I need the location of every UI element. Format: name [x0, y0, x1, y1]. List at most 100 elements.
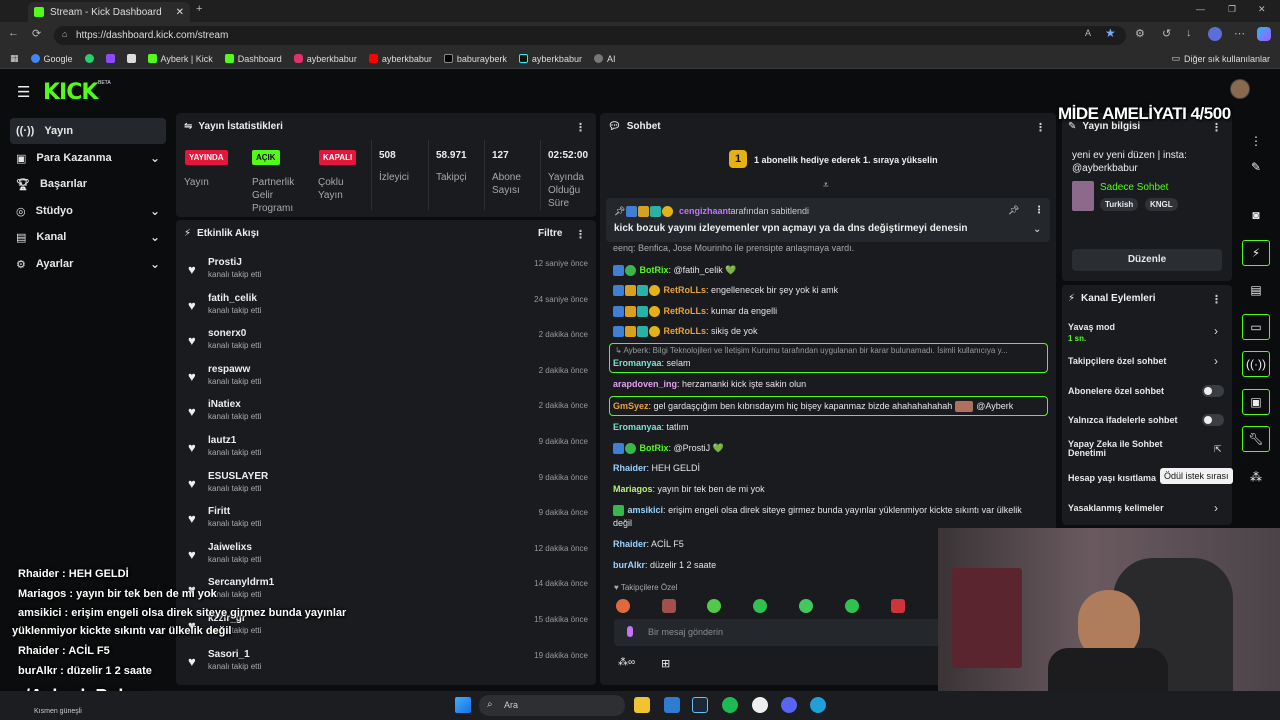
rewards-icon[interactable]: ⁂ — [1242, 464, 1270, 490]
pinned-menu-icon[interactable]: ⋮ — [1034, 205, 1044, 216]
sidebar-item-basarilar[interactable]: 🏆︎ Başarılar — [10, 171, 166, 197]
chat-input[interactable]: Bir mesaj gönderin — [614, 619, 944, 646]
bookmark-youtube[interactable]: ayberkbabur — [368, 54, 432, 64]
profile-icon[interactable] — [1208, 27, 1222, 41]
reply-quote[interactable]: ↳ Ayberk: Bilgi Teknolojileri ve İletişi… — [615, 346, 1043, 357]
activity-row[interactable]: ♥ ProstiJ kanalı takip etti 12 saniye önce — [186, 257, 590, 293]
photos-icon[interactable] — [664, 697, 680, 713]
close-window-icon[interactable]: ✕ — [1258, 4, 1266, 15]
bookmark-apps-icon[interactable]: ▦ — [10, 53, 19, 64]
bookmark-ai[interactable]: AI — [593, 54, 615, 64]
spotify-icon[interactable] — [722, 697, 738, 713]
broadcast-icon[interactable]: ((·)) — [1242, 351, 1270, 377]
activity-row[interactable]: ♥ ESUSLAYER kanalı takip etti 9 dakika önce — [186, 471, 590, 507]
bookmark-dashboard[interactable]: Dashboard — [224, 54, 282, 64]
followers-only-chat-label[interactable]: Takipçilere özel sohbet — [1068, 356, 1166, 366]
sidebar-item-yayin[interactable]: ((·)) Yayın — [10, 118, 166, 144]
activity-username[interactable]: ProstiJ — [208, 257, 242, 268]
microphone-icon[interactable] — [627, 626, 633, 637]
screen-capture-icon[interactable]: ◙ — [1242, 202, 1270, 228]
activity-username[interactable]: Firitt — [208, 506, 230, 517]
chevron-right-icon[interactable]: › — [1214, 501, 1218, 515]
refresh-icon[interactable]: ⟳ — [32, 27, 41, 40]
edge-icon[interactable] — [810, 697, 826, 713]
minimize-icon[interactable]: — — [1196, 4, 1205, 14]
discord-icon[interactable] — [781, 697, 797, 713]
ai-moderation-label[interactable]: Yapay Zeka ile Sohbet Denetimi — [1068, 440, 1188, 458]
account-age-label[interactable]: Hesap yaşı kısıtlama — [1068, 473, 1158, 483]
emote-icon[interactable] — [799, 599, 813, 613]
activity-row[interactable]: ♥ fatih_celik kanalı takip etti 24 saniye ö… — [186, 293, 590, 329]
history-icon[interactable]: ↺ — [1162, 27, 1171, 40]
pinned-user[interactable]: cengizhaan — [679, 206, 728, 216]
more-vertical-icon[interactable]: ⋮ — [1242, 128, 1270, 154]
steam-icon[interactable] — [692, 697, 708, 713]
windows-start-icon[interactable] — [455, 697, 471, 713]
emote-icon[interactable] — [845, 599, 859, 613]
edit-button[interactable]: Düzenle — [1072, 249, 1222, 271]
emote-only-toggle[interactable] — [1202, 414, 1224, 426]
kick-logo[interactable]: KICK — [43, 80, 98, 105]
activity-username[interactable]: Jaiwelixs — [208, 542, 252, 553]
read-aloud-icon[interactable]: A — [1085, 28, 1091, 38]
category-thumbnail[interactable] — [1072, 181, 1094, 211]
activity-row[interactable]: ♥ Sasori_1 kanalı takip etti 19 dakika önce — [186, 649, 590, 685]
bookmark-google[interactable]: Google — [30, 54, 73, 64]
bookmark-whatsapp-icon[interactable] — [84, 54, 94, 63]
emote-icon[interactable] — [616, 599, 630, 613]
pinned-message[interactable]: 📌︎ cengizhaan tarafından sabitlendi kick… — [606, 198, 1050, 242]
pencil-icon[interactable]: ✎ — [1242, 154, 1270, 180]
activity-username[interactable]: fatih_celik — [208, 293, 257, 304]
banned-words-label[interactable]: Yasaklanmış kelimeler — [1068, 503, 1164, 513]
emote-icon[interactable] — [662, 599, 676, 613]
activity-menu-icon[interactable]: ⋮ — [575, 228, 586, 241]
taskbar-search[interactable]: ⌕ Ara — [479, 695, 625, 716]
activity-username[interactable]: Sercanyldrm1 — [208, 577, 274, 588]
points-icon[interactable]: ⁂∞ — [618, 657, 635, 668]
activity-username[interactable]: Sasori_1 — [208, 649, 250, 660]
activity-username[interactable]: ESUSLAYER — [208, 471, 268, 482]
favorite-star-icon[interactable]: ★ — [1105, 26, 1116, 40]
bookmark-x[interactable]: baburayberk — [443, 54, 507, 64]
lightning-icon[interactable]: ⚡︎ — [1242, 240, 1270, 266]
new-tab-icon[interactable]: + — [196, 3, 202, 15]
external-link-icon[interactable]: ⇱ — [1214, 444, 1222, 455]
back-icon[interactable]: ← — [8, 27, 19, 39]
chat-menu-icon[interactable]: ⋮ — [1035, 121, 1046, 134]
activity-username[interactable]: lautz1 — [208, 435, 236, 446]
close-tab-icon[interactable]: ✕ — [176, 7, 184, 18]
tag-pill[interactable]: Turkish — [1100, 198, 1139, 211]
unpin-icon[interactable]: 📌︎ — [1008, 205, 1019, 216]
activity-username[interactable]: respaww — [208, 364, 250, 375]
bookmark-kick-profile[interactable]: Ayberk | Kick — [147, 54, 213, 64]
maximize-icon[interactable]: ❐ — [1228, 4, 1236, 15]
channel-actions-menu-icon[interactable]: ⋮ — [1211, 293, 1222, 306]
sidebar-item-studyo[interactable]: ◎ Stüdyo ⌄ — [10, 198, 166, 224]
layout-icon[interactable]: ▣ — [1242, 389, 1270, 415]
copilot-icon[interactable] — [1257, 27, 1271, 41]
gift-banner-text[interactable]: 1 abonelik hediye ederek 1. sıraya yükse… — [754, 155, 938, 165]
chevron-down-icon[interactable]: ⩡ — [823, 180, 829, 191]
activity-row[interactable]: ♥ Firitt kanalı takip etti 9 dakika önce — [186, 506, 590, 542]
activity-row[interactable]: ♥ Jaiwelixs kanalı takip etti 12 dakika önc… — [186, 542, 590, 578]
stats-menu-icon[interactable]: ⋮ — [575, 121, 586, 134]
bookmark-twitch-icon[interactable] — [105, 54, 115, 63]
gift-icon[interactable]: ⊞ — [661, 657, 670, 670]
file-explorer-icon[interactable] — [634, 697, 650, 713]
download-icon[interactable]: ↓ — [1186, 27, 1192, 39]
sidebar-item-ayarlar[interactable]: ⚙ Ayarlar ⌄ — [10, 251, 166, 277]
url-field[interactable]: ⌂ https://dashboard.kick.com/stream — [54, 26, 1126, 45]
chevron-down-icon[interactable]: ⌄ — [1033, 224, 1041, 235]
emote-icon[interactable] — [891, 599, 905, 613]
activity-username[interactable]: iNatiex — [208, 399, 241, 410]
activity-row[interactable]: ♥ lautz1 kanalı takip etti 9 dakika önce — [186, 435, 590, 471]
bookmark-dev-icon[interactable] — [126, 54, 136, 63]
other-bookmarks[interactable]: ▭ Diğer sık kullanılanlar — [1171, 53, 1270, 64]
chevron-right-icon[interactable]: › — [1214, 354, 1218, 368]
emote-icon[interactable] — [753, 599, 767, 613]
subs-only-toggle[interactable] — [1202, 385, 1224, 397]
activity-row[interactable]: ♥ respaww kanalı takip etti 2 dakika önce — [186, 364, 590, 400]
chrome-icon[interactable] — [752, 697, 768, 713]
user-avatar[interactable] — [1230, 79, 1250, 99]
weather-text[interactable]: Kısmen güneşli — [34, 708, 82, 715]
